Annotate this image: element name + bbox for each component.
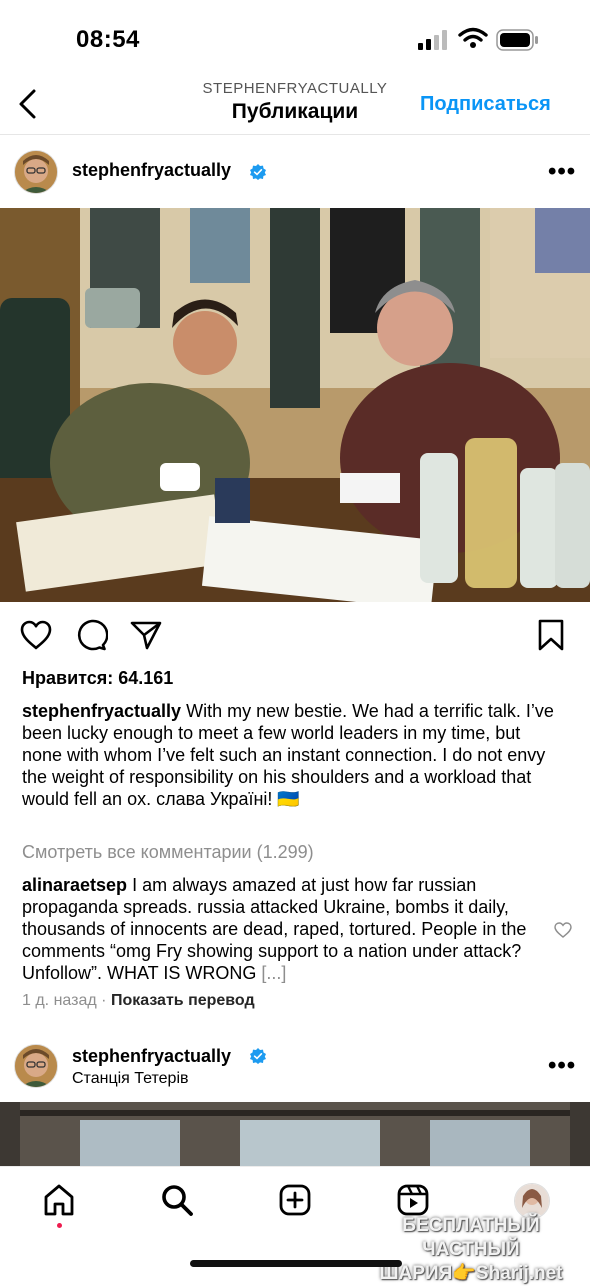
wifi-icon xyxy=(458,27,488,48)
verified-badge-icon xyxy=(250,164,266,180)
profile-avatar-image xyxy=(515,1184,549,1218)
follow-button[interactable]: Подписаться xyxy=(420,93,551,116)
watermark: БЕСПЛАТНЫЙ ЧАСТНЫЙ ШАРИЯ👉Sharij.net xyxy=(356,1214,586,1286)
like-heart-icon[interactable] xyxy=(19,618,53,652)
comment-username[interactable]: alinaraetsep xyxy=(22,875,127,895)
create-post-icon[interactable] xyxy=(278,1183,312,1217)
more-options-icon[interactable]: ••• xyxy=(548,1052,576,1080)
watermark-line-1: БЕСПЛАТНЫЙ ЧАСТНЫЙ xyxy=(402,1215,540,1260)
post-location[interactable]: Станція Тетерів xyxy=(72,1070,189,1088)
avatar[interactable] xyxy=(14,1044,58,1088)
post-photo[interactable] xyxy=(0,1102,590,1166)
reels-icon[interactable] xyxy=(396,1183,430,1217)
comment-time: 1 д. назад xyxy=(22,992,97,1009)
view-all-comments-link[interactable]: Смотреть все комментарии (1.299) xyxy=(22,842,314,863)
search-icon[interactable] xyxy=(160,1183,194,1217)
comment-more-link[interactable]: [...] xyxy=(261,963,286,983)
photo-scene xyxy=(0,208,590,602)
cellular-signal-icon xyxy=(418,30,447,50)
save-bookmark-icon[interactable] xyxy=(534,618,568,652)
avatar[interactable] xyxy=(14,150,58,194)
home-icon[interactable] xyxy=(42,1183,76,1217)
share-send-icon[interactable] xyxy=(129,618,163,652)
photo-scene xyxy=(0,1102,590,1166)
comment-meta: 1 д. назад · Показать перевод xyxy=(22,992,255,1010)
avatar-image xyxy=(15,1045,57,1087)
comment-bubble-icon[interactable] xyxy=(74,618,108,652)
meta-separator: · xyxy=(101,992,107,1009)
caption-username[interactable]: stephenfryactually xyxy=(22,701,181,721)
verified-badge-icon xyxy=(250,1048,266,1064)
more-options-icon[interactable]: ••• xyxy=(548,158,576,186)
comment-item: alinaraetsep I am always amazed at just … xyxy=(22,874,542,984)
status-time: 08:54 xyxy=(76,26,140,53)
likes-count[interactable]: Нравится: 64.161 xyxy=(22,668,173,689)
home-indicator xyxy=(190,1260,402,1267)
header-divider xyxy=(0,134,590,135)
post-username[interactable]: stephenfryactually xyxy=(72,1046,231,1067)
battery-icon xyxy=(496,29,538,51)
show-translation-link[interactable]: Показать перевод xyxy=(111,992,255,1009)
post-photo[interactable] xyxy=(0,208,590,602)
post-username[interactable]: stephenfryactually xyxy=(72,160,231,181)
avatar-image xyxy=(15,151,57,193)
notification-dot xyxy=(57,1223,62,1228)
comment-like-icon[interactable] xyxy=(554,922,572,938)
post-caption: stephenfryactually With my new bestie. W… xyxy=(22,700,562,810)
